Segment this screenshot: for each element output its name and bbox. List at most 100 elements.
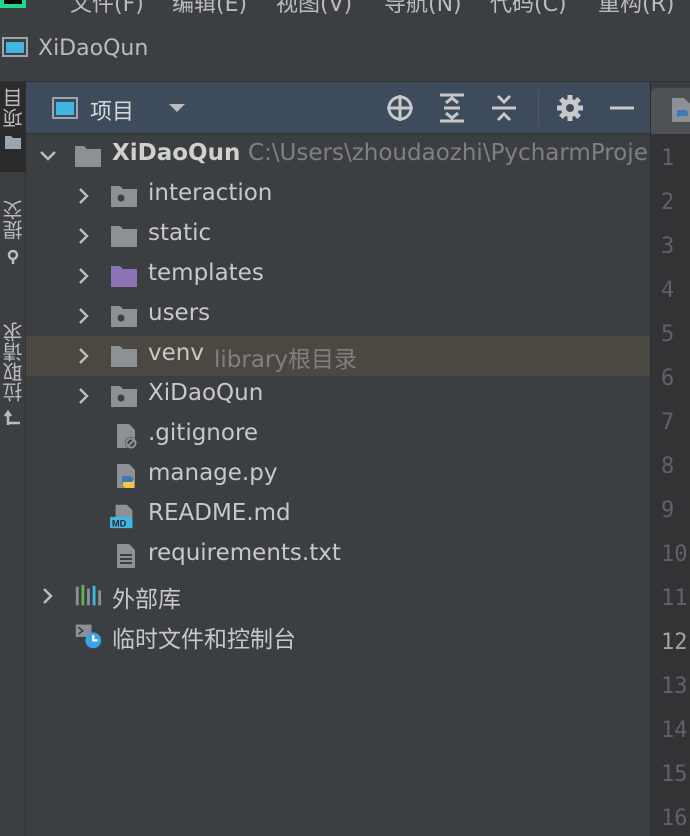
tree-item-label: templates xyxy=(148,260,264,286)
chevron-right-icon[interactable] xyxy=(38,586,58,606)
python-file-icon xyxy=(672,98,690,122)
package-folder-icon xyxy=(111,306,137,327)
tree-item-label: requirements.txt xyxy=(148,540,341,566)
line-number: 13 xyxy=(661,674,688,699)
tool-window-strip: 项目 提交 拉取请求 xyxy=(0,82,26,836)
expand-all-icon xyxy=(440,93,464,123)
tree-item-label: README.md xyxy=(148,500,291,526)
line-number: 1 xyxy=(661,146,675,171)
tree-item-requirements[interactable]: requirements.txt xyxy=(26,536,650,576)
chevron-right-icon[interactable] xyxy=(74,226,94,246)
editor-file-tab[interactable] xyxy=(651,88,690,134)
project-view-selector[interactable]: 项目 xyxy=(90,94,134,126)
chevron-right-icon[interactable] xyxy=(74,346,94,366)
line-number: 3 xyxy=(661,234,675,259)
line-number: 4 xyxy=(661,278,675,303)
chevron-down-icon[interactable] xyxy=(166,100,188,116)
tab-pull-requests[interactable]: 拉取请求 xyxy=(0,322,26,452)
project-panel: 项目 XiDaoQun C:\Users\zhoudaozhi\PycharmP… xyxy=(26,82,650,836)
tab-commit-label: 提交 xyxy=(1,200,26,240)
line-number: 15 xyxy=(661,762,688,787)
tree-item-label: .gitignore xyxy=(148,420,259,446)
line-number: 5 xyxy=(661,322,675,347)
python-file-icon xyxy=(117,464,135,488)
package-folder-icon xyxy=(111,186,137,207)
tree-scratches[interactable]: 临时文件和控制台 xyxy=(26,616,650,656)
chevron-down-icon[interactable] xyxy=(38,146,58,166)
tree-root-name: XiDaoQun xyxy=(112,140,241,166)
tree-item-label: interaction xyxy=(148,180,273,206)
chevron-right-icon[interactable] xyxy=(74,386,94,406)
line-number: 10 xyxy=(661,542,688,567)
tree-external-libraries-label: 外部库 xyxy=(112,587,181,613)
editor-area: 1 2 3 4 5 6 7 8 9 10 11 12 13 14 15 16 xyxy=(650,82,690,836)
tree-item-label: venv xyxy=(148,340,204,366)
text-file-icon xyxy=(117,544,135,568)
tab-pull-requests-label: 拉取请求 xyxy=(1,322,26,402)
scratch-console-icon xyxy=(75,624,102,649)
tree-item-xidaoqun-package[interactable]: XiDaoQun xyxy=(26,376,650,416)
tree-item-interaction[interactable]: interaction xyxy=(26,176,650,216)
commit-icon xyxy=(7,249,19,264)
header-separator xyxy=(538,90,539,126)
line-number: 7 xyxy=(661,410,675,435)
tree-item-readme[interactable]: MD README.md xyxy=(26,496,650,536)
line-number: 11 xyxy=(661,586,688,611)
settings-button[interactable] xyxy=(554,92,586,124)
hide-panel-button[interactable] xyxy=(606,92,638,124)
editor-tab-strip xyxy=(651,82,690,134)
tree-item-hint: library根目录 xyxy=(214,347,357,373)
library-icon xyxy=(75,584,102,606)
tree-scratches-label: 临时文件和控制台 xyxy=(112,627,296,653)
tree-item-label: manage.py xyxy=(148,460,278,486)
menu-navigate[interactable]: 导航(N) xyxy=(384,0,462,14)
folder-icon xyxy=(5,136,21,149)
tree-external-libraries[interactable]: 外部库 xyxy=(26,576,650,616)
project-view-icon xyxy=(52,97,78,119)
pull-request-icon xyxy=(4,409,20,425)
package-folder-icon xyxy=(111,386,137,407)
collapse-all-button[interactable] xyxy=(488,92,520,124)
line-number: 8 xyxy=(661,454,675,479)
tree-item-static[interactable]: static xyxy=(26,216,650,256)
breadcrumb-project[interactable]: XiDaoQun xyxy=(38,36,148,61)
minimize-icon xyxy=(610,106,634,110)
tab-commit[interactable]: 提交 xyxy=(0,200,26,290)
tab-project-label: 项目 xyxy=(1,88,26,128)
line-number: 6 xyxy=(661,366,675,391)
project-window-icon xyxy=(2,37,28,57)
menu-edit[interactable]: 编辑(E) xyxy=(172,0,247,14)
folder-icon xyxy=(75,146,101,167)
line-number: 9 xyxy=(661,498,675,523)
tree-item-templates[interactable]: templates xyxy=(26,256,650,296)
menu-code[interactable]: 代码(C) xyxy=(490,0,567,14)
folder-icon xyxy=(111,346,137,367)
gear-icon xyxy=(557,95,583,121)
tree-root-path: C:\Users\zhoudaozhi\PycharmProje xyxy=(248,140,648,166)
tree-item-label: static xyxy=(148,220,212,246)
project-panel-header: 项目 xyxy=(26,82,650,134)
tree-item-gitignore[interactable]: .gitignore xyxy=(26,416,650,456)
menu-file[interactable]: 文件(F) xyxy=(70,0,144,14)
svg-text:MD: MD xyxy=(112,518,127,528)
tree-item-users[interactable]: users xyxy=(26,296,650,336)
line-number-current: 12 xyxy=(661,630,688,655)
line-number: 14 xyxy=(661,718,688,743)
tree-item-manage-py[interactable]: manage.py xyxy=(26,456,650,496)
locate-file-button[interactable] xyxy=(384,92,416,124)
menu-view[interactable]: 视图(V) xyxy=(276,0,352,14)
tree-root-xidaoqun[interactable]: XiDaoQun C:\Users\zhoudaozhi\PycharmProj… xyxy=(26,136,650,176)
navigation-bar: XiDaoQun xyxy=(0,14,690,82)
line-number: 16 xyxy=(661,806,688,831)
tab-project[interactable]: 项目 xyxy=(0,82,26,172)
chevron-right-icon[interactable] xyxy=(74,306,94,326)
markdown-file-icon: MD xyxy=(110,504,133,528)
menu-refactor[interactable]: 重构(R) xyxy=(598,0,674,14)
chevron-right-icon[interactable] xyxy=(74,186,94,206)
expand-all-button[interactable] xyxy=(436,92,468,124)
tree-item-venv[interactable]: venv library根目录 xyxy=(26,336,650,376)
line-number: 2 xyxy=(661,190,675,215)
chevron-right-icon[interactable] xyxy=(74,266,94,286)
folder-icon xyxy=(111,226,137,247)
pycharm-logo-icon xyxy=(0,0,26,8)
